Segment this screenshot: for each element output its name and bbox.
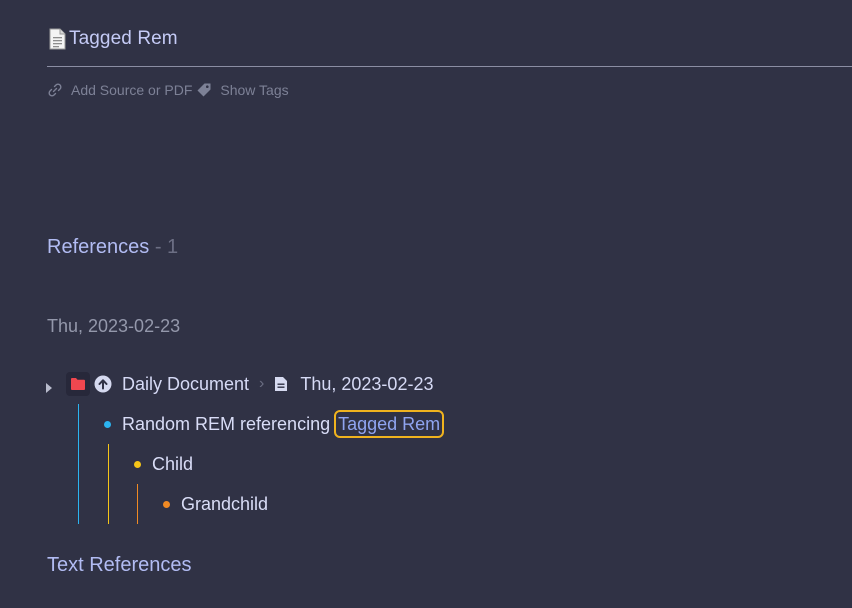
arrow-up-circle-icon[interactable] bbox=[94, 375, 112, 393]
tag-icon[interactable] bbox=[196, 82, 212, 98]
indent-guide-level-1 bbox=[78, 404, 79, 524]
link-icon[interactable] bbox=[47, 82, 63, 98]
show-tags-button[interactable]: Show Tags bbox=[220, 82, 288, 98]
document-meta-row: Add Source or PDF Show Tags bbox=[47, 82, 289, 98]
breadcrumb: Daily Document › Thu, 2023-02-23 bbox=[44, 372, 433, 396]
references-count: - 1 bbox=[149, 236, 179, 258]
bullet-icon[interactable] bbox=[163, 500, 170, 508]
rem-text[interactable]: Grandchild bbox=[181, 494, 268, 515]
document-title-row: Tagged Rem bbox=[47, 28, 178, 50]
title-divider bbox=[47, 66, 852, 67]
expand-caret-icon[interactable] bbox=[44, 378, 54, 393]
folder-icon[interactable] bbox=[66, 372, 90, 396]
rem-text[interactable]: Random REM referencing bbox=[122, 414, 330, 435]
bullet-icon[interactable] bbox=[134, 460, 141, 468]
breadcrumb-parent-link[interactable]: Daily Document bbox=[122, 374, 249, 395]
references-heading[interactable]: References - 1 bbox=[47, 236, 178, 259]
references-label: References bbox=[47, 236, 150, 258]
breadcrumb-page-link[interactable]: Thu, 2023-02-23 bbox=[300, 374, 433, 395]
list-item[interactable]: Child bbox=[134, 450, 193, 478]
document-emoji-icon bbox=[47, 28, 67, 50]
list-item[interactable]: Random REM referencing Tagged Rem bbox=[104, 410, 445, 438]
page-icon bbox=[274, 376, 288, 392]
add-source-button[interactable]: Add Source or PDF bbox=[71, 82, 192, 98]
indent-guide-level-2 bbox=[108, 444, 109, 524]
bullet-icon[interactable] bbox=[104, 420, 111, 428]
reference-group-date: Thu, 2023-02-23 bbox=[47, 316, 181, 336]
document-page: Tagged Rem Add Source or PDF Show Tags R… bbox=[0, 0, 852, 608]
document-title[interactable]: Tagged Rem bbox=[69, 28, 178, 50]
indent-guide-level-3 bbox=[137, 484, 138, 524]
text-references-heading[interactable]: Text References bbox=[47, 554, 192, 577]
rem-text[interactable]: Child bbox=[152, 454, 193, 475]
rem-reference-link[interactable]: Tagged Rem bbox=[334, 410, 445, 438]
breadcrumb-separator: › bbox=[259, 375, 265, 392]
list-item[interactable]: Grandchild bbox=[163, 490, 268, 518]
